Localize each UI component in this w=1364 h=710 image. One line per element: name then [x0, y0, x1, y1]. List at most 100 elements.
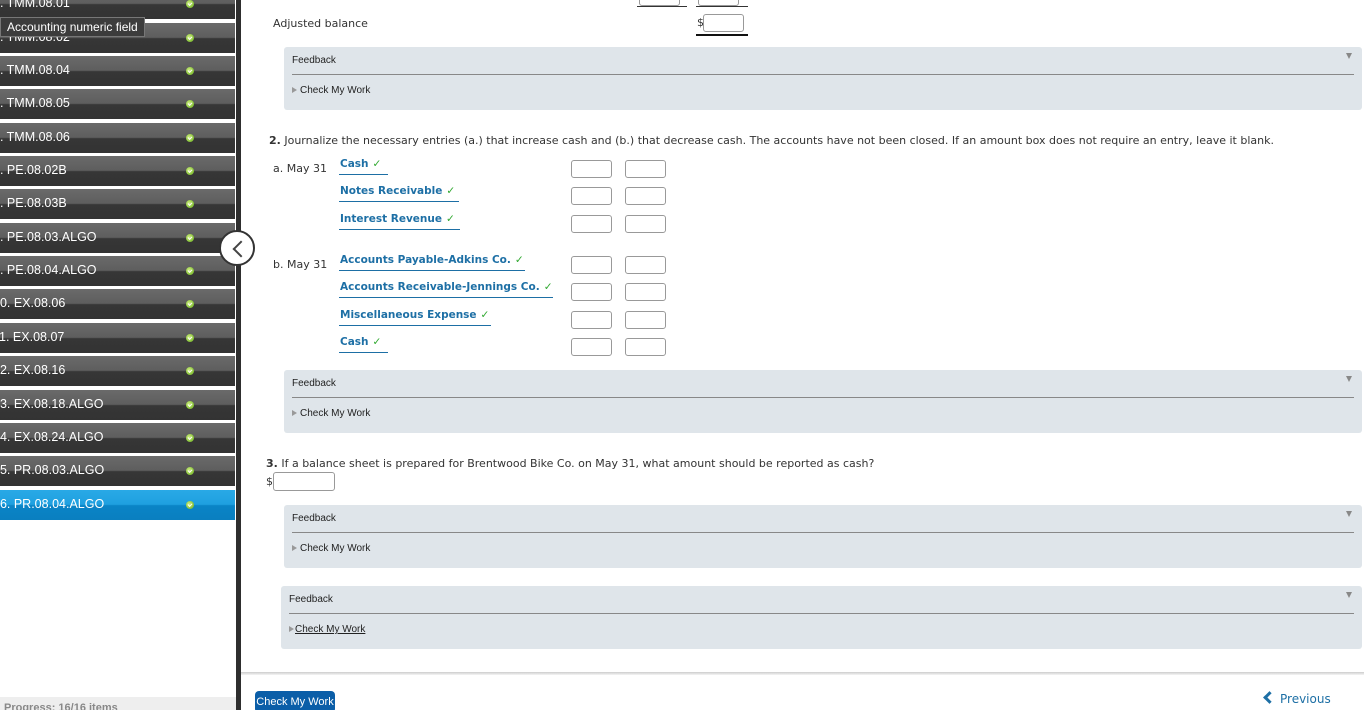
sidebar-item-label: 7. PE.08.03B	[0, 196, 67, 210]
debit-input[interactable]	[571, 338, 612, 356]
footer-separator	[241, 672, 1364, 675]
total-line	[637, 6, 687, 7]
collapse-sidebar-button[interactable]	[219, 230, 255, 266]
sidebar-item-label: 10. EX.08.06	[0, 296, 66, 310]
debit-input[interactable]	[571, 311, 612, 329]
complete-status-icon	[186, 501, 194, 509]
account-select[interactable]: Accounts Receivable-Jennings Co. ✓	[339, 281, 553, 298]
feedback-title: Feedback	[292, 55, 336, 66]
expand-triangle-icon	[292, 545, 297, 551]
check-my-work-link[interactable]: Check My Work	[292, 543, 370, 554]
sidebar-item-7[interactable]: 7. PE.08.03B	[0, 189, 235, 219]
credit-input[interactable]	[625, 338, 666, 356]
sidebar-item-label: 16. PR.08.04.ALGO	[0, 497, 105, 511]
collapse-arrow-icon[interactable]	[1346, 511, 1352, 517]
feedback-title: Feedback	[289, 594, 333, 605]
question-number: 2.	[269, 134, 281, 147]
credit-input[interactable]	[625, 256, 666, 274]
credit-input[interactable]	[625, 187, 666, 205]
expand-triangle-icon	[292, 410, 297, 416]
check-my-work-link[interactable]: Check My Work	[289, 624, 365, 635]
sidebar-item-16[interactable]: 16. PR.08.04.ALGO	[0, 490, 235, 520]
divider	[292, 74, 1354, 75]
complete-status-icon	[186, 234, 194, 242]
collapse-arrow-icon[interactable]	[1346, 592, 1352, 598]
cash-amount-input[interactable]	[273, 472, 335, 491]
complete-status-icon	[186, 134, 194, 142]
debit-input[interactable]	[571, 187, 612, 205]
sidebar-item-9[interactable]: 9. PE.08.04.ALGO	[0, 256, 235, 286]
complete-status-icon	[186, 267, 194, 275]
checkmark-icon: ✓	[372, 158, 382, 170]
sidebar-item-label: 6. PE.08.02B	[0, 163, 67, 177]
sidebar-item-13[interactable]: 13. EX.08.18.ALGO	[0, 390, 235, 420]
sidebar-item-6[interactable]: 6. PE.08.02B	[0, 156, 235, 186]
previous-button[interactable]: Previous	[1263, 691, 1331, 706]
sidebar-item-10[interactable]: 10. EX.08.06	[0, 289, 235, 319]
complete-status-icon	[186, 200, 194, 208]
check-my-work-link[interactable]: Check My Work	[292, 408, 370, 419]
checkmark-icon: ✓	[446, 185, 456, 197]
sidebar-item-11[interactable]: 11. EX.08.07	[0, 323, 235, 353]
account-select[interactable]: Accounts Payable-Adkins Co. ✓	[339, 254, 525, 271]
debit-input[interactable]	[571, 283, 612, 301]
debit-input[interactable]	[571, 160, 612, 178]
sidebar-item-12[interactable]: 12. EX.08.16	[0, 356, 235, 386]
question-3: 3. If a balance sheet is prepared for Br…	[266, 457, 874, 470]
complete-status-icon	[186, 100, 194, 108]
checkmark-icon: ✓	[372, 336, 382, 348]
checkmark-icon: ✓	[543, 281, 553, 293]
sidebar-item-8[interactable]: 8. PE.08.03.ALGO	[0, 223, 235, 253]
feedback-panel: Feedback Check My Work	[284, 47, 1362, 110]
sidebar-item-label: 12. EX.08.16	[0, 363, 66, 377]
checkmark-icon: ✓	[514, 254, 524, 266]
credit-input[interactable]	[625, 311, 666, 329]
sidebar-item-label: 5. TMM.08.06	[0, 130, 70, 144]
sidebar-item-label: 4. TMM.08.05	[0, 96, 70, 110]
sidebar-item-label: 1. TMM.08.01	[0, 0, 70, 10]
divider	[292, 532, 1354, 533]
sidebar-item-label: 13. EX.08.18.ALGO	[0, 397, 104, 411]
complete-status-icon	[186, 67, 194, 75]
account-select[interactable]: Cash ✓	[339, 158, 388, 175]
complete-status-icon	[186, 467, 194, 475]
entry-date-a: a. May 31	[273, 162, 327, 175]
sidebar-item-14[interactable]: 14. EX.08.24.ALGO	[0, 423, 235, 453]
account-select[interactable]: Miscellaneous Expense ✓	[339, 309, 491, 326]
progress-text: Progress: 16/16 items	[4, 702, 118, 710]
feedback-panel: Feedback Check My Work	[284, 505, 1362, 568]
check-my-work-button[interactable]: Check My Work	[255, 691, 335, 710]
check-my-work-link[interactable]: Check My Work	[292, 85, 370, 96]
complete-status-icon	[186, 334, 194, 342]
currency-symbol: $	[266, 475, 273, 488]
account-select[interactable]: Interest Revenue ✓	[339, 213, 460, 230]
debit-input[interactable]	[571, 215, 612, 233]
complete-status-icon	[186, 167, 194, 175]
collapse-arrow-icon[interactable]	[1346, 376, 1352, 382]
complete-status-icon	[186, 434, 194, 442]
credit-input[interactable]	[625, 283, 666, 301]
sidebar-item-5[interactable]: 5. TMM.08.06	[0, 123, 235, 153]
complete-status-icon	[186, 300, 194, 308]
progress-indicator: Progress: 16/16 items	[0, 697, 236, 710]
sidebar-item-label: 14. EX.08.24.ALGO	[0, 430, 104, 444]
sidebar-item-label: 15. PR.08.03.ALGO	[0, 463, 105, 477]
adjusted-balance-input[interactable]	[703, 14, 744, 32]
tooltip: Accounting numeric field	[0, 17, 145, 37]
sidebar-item-3[interactable]: 3. TMM.08.04	[0, 56, 235, 86]
sidebar-item-15[interactable]: 15. PR.08.03.ALGO	[0, 456, 235, 486]
debit-input[interactable]	[571, 256, 612, 274]
expand-triangle-icon	[289, 626, 294, 632]
complete-status-icon	[186, 401, 194, 409]
question-text: Journalize the necessary entries (a.) th…	[284, 134, 1274, 147]
sidebar-item-4[interactable]: 4. TMM.08.05	[0, 89, 235, 119]
account-select[interactable]: Cash ✓	[339, 336, 388, 353]
credit-input[interactable]	[625, 215, 666, 233]
credit-input[interactable]	[625, 160, 666, 178]
question-number: 3.	[266, 457, 278, 470]
account-select[interactable]: Notes Receivable ✓	[339, 185, 459, 202]
complete-status-icon	[186, 0, 194, 8]
collapse-arrow-icon[interactable]	[1346, 53, 1352, 59]
expand-triangle-icon	[292, 87, 297, 93]
question-2: 2. Journalize the necessary entries (a.)…	[269, 134, 1274, 147]
